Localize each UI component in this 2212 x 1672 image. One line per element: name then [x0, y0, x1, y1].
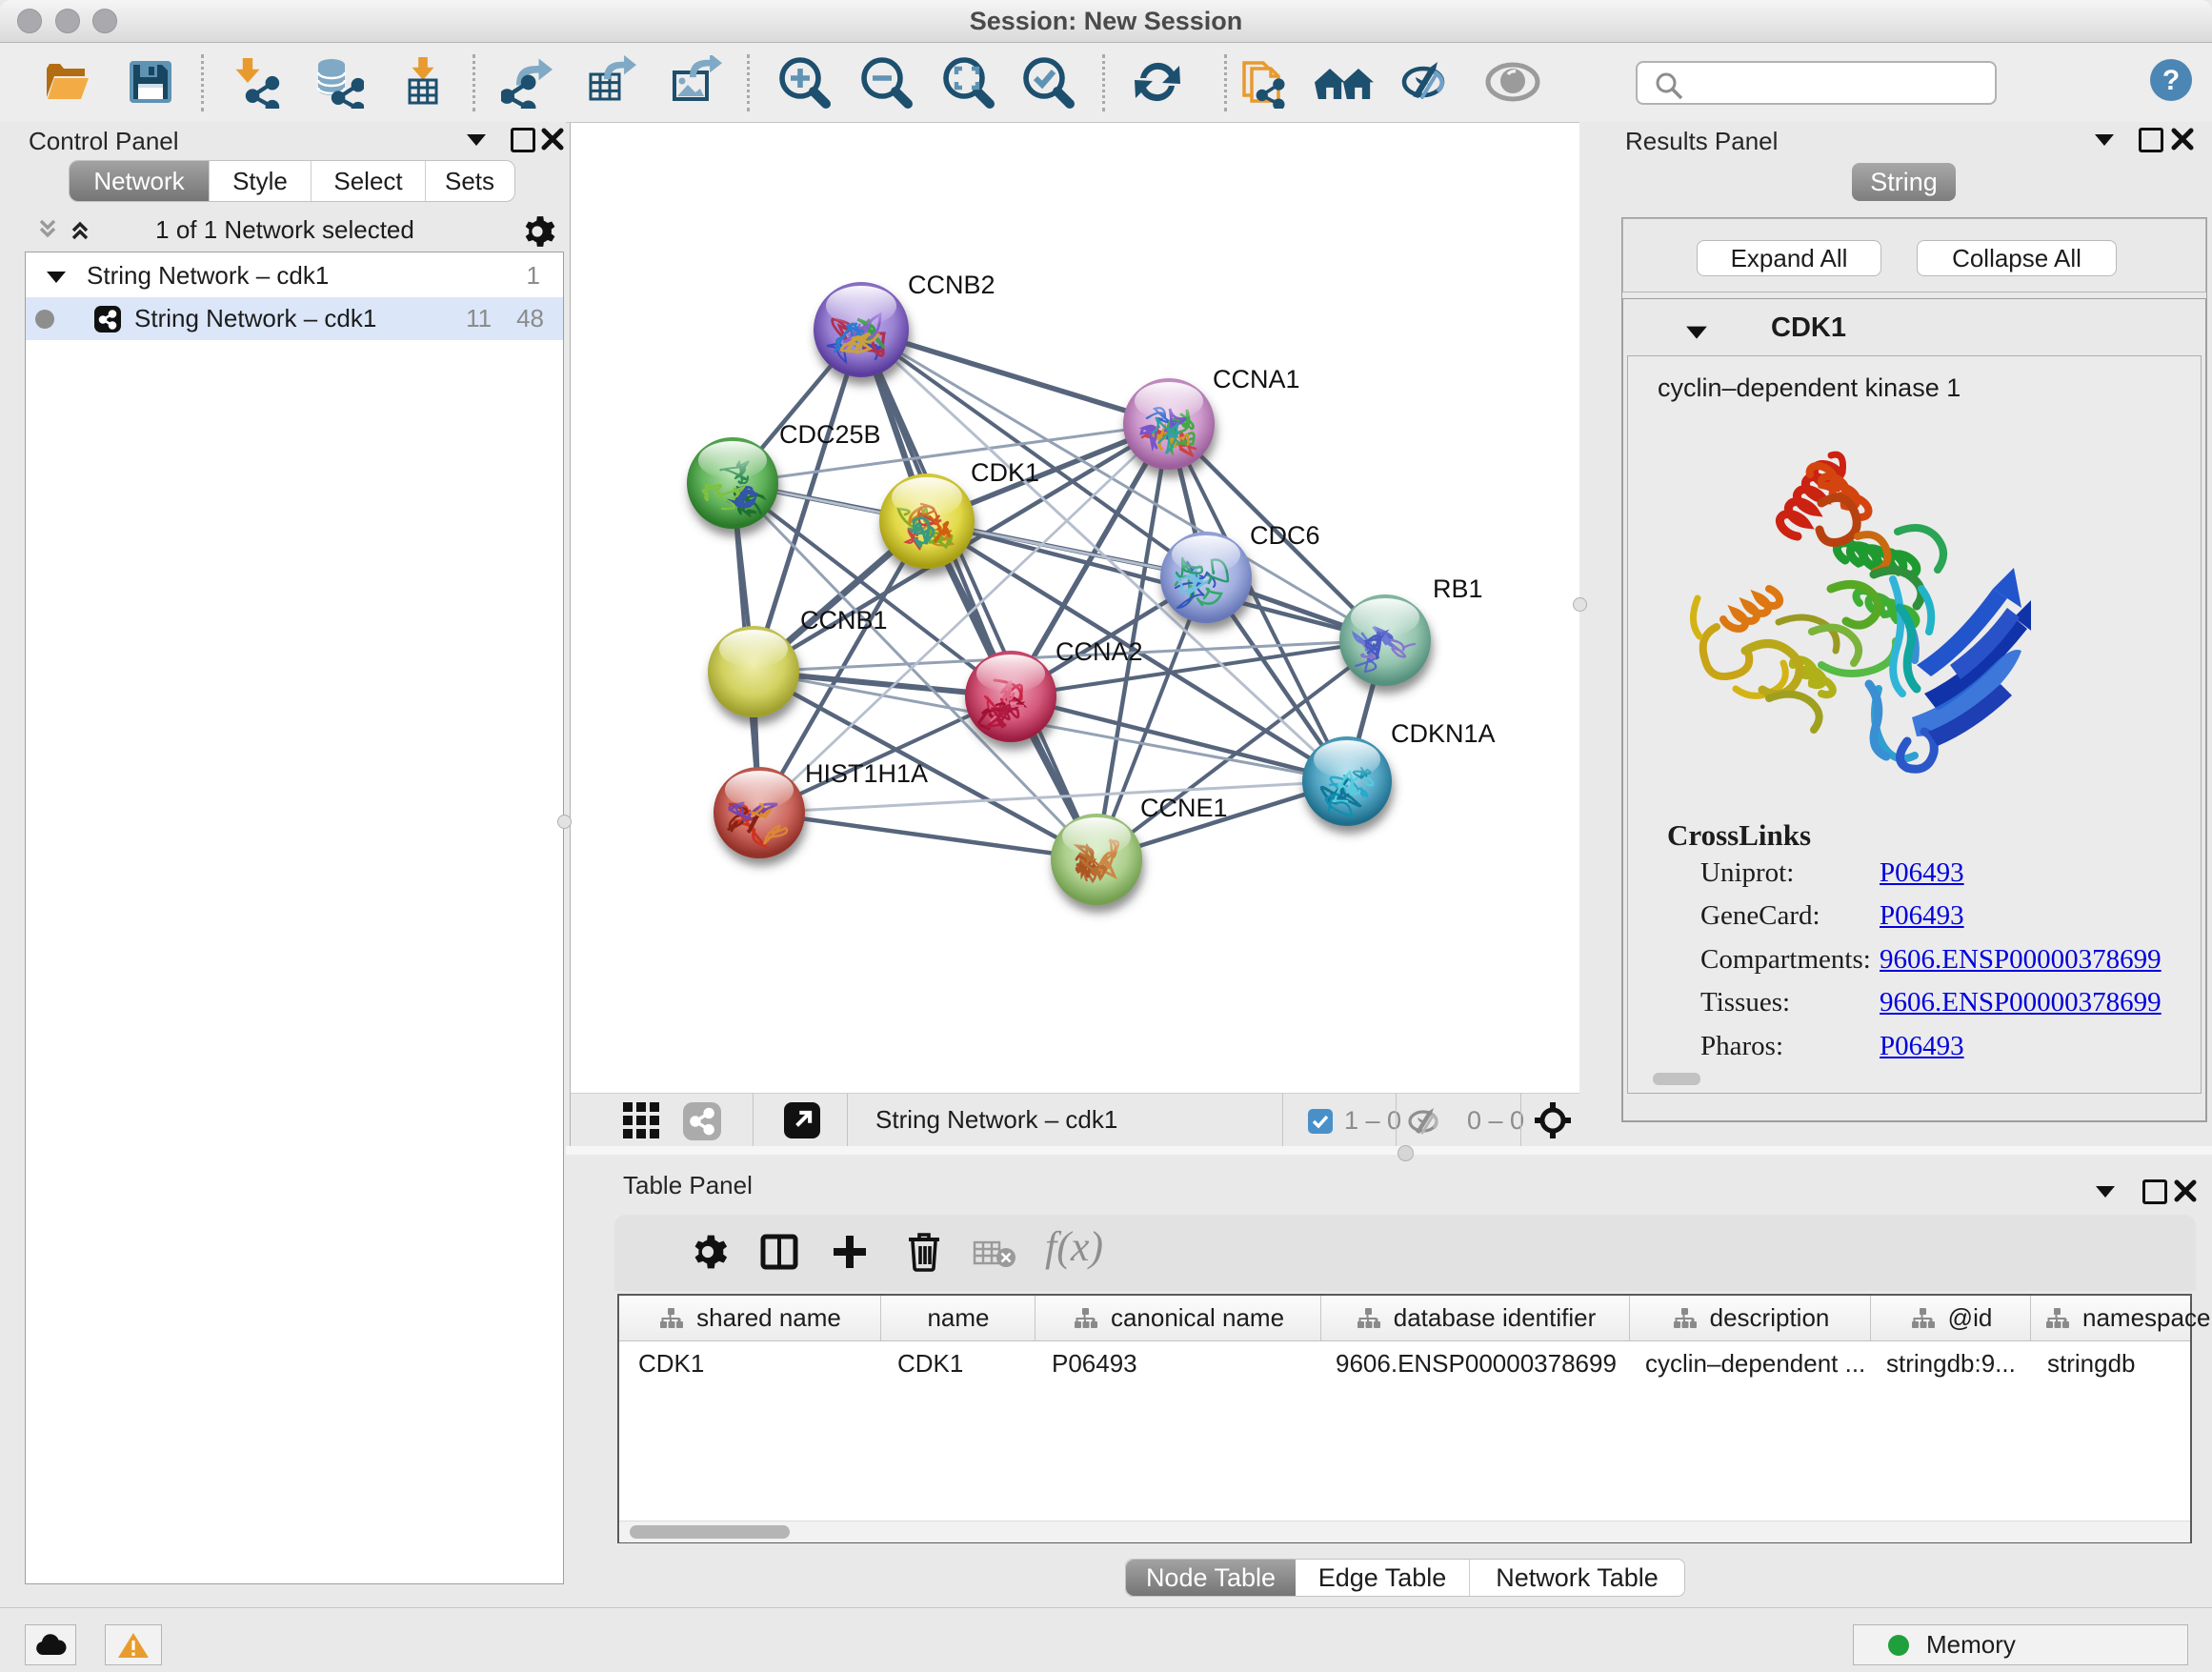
svg-text:CDK1: CDK1 [971, 458, 1039, 487]
svg-text:CCNA2: CCNA2 [1056, 637, 1143, 666]
svg-text:?: ? [2162, 65, 2180, 96]
svg-text:RB1: RB1 [1433, 574, 1483, 603]
svg-text:CDKN1A: CDKN1A [1391, 719, 1496, 748]
svg-text:CCNA1: CCNA1 [1213, 365, 1300, 393]
svg-text:CCNE1: CCNE1 [1140, 794, 1228, 822]
svg-text:CCNB2: CCNB2 [908, 271, 995, 299]
svg-text:CDC25B: CDC25B [779, 420, 881, 449]
svg-text:CCNB1: CCNB1 [800, 606, 888, 635]
svg-text:CDC6: CDC6 [1250, 521, 1320, 550]
svg-text:HIST1H1A: HIST1H1A [805, 759, 928, 788]
